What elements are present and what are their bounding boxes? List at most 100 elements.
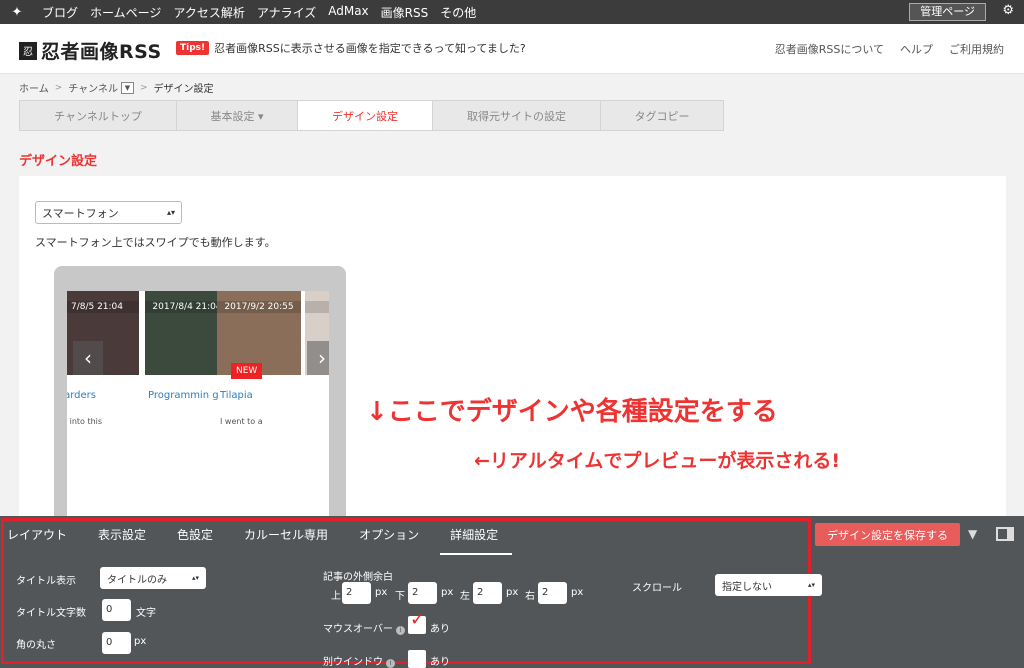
help-link[interactable]: ヘルプ [900, 41, 933, 57]
carousel-card[interactable]: 2017/9/2 20:55 NEW Tilapia I went to a [217, 291, 301, 426]
nav-blog[interactable]: ブログ [42, 4, 78, 21]
tab-source-settings[interactable]: 取得元サイトの設定 [433, 101, 601, 130]
tab-basic-settings[interactable]: 基本設定 ▾ [177, 101, 298, 130]
title-display-value: タイトルのみ [107, 574, 167, 586]
card-title[interactable]: Programmin g [148, 389, 226, 403]
margin-left-input[interactable]: 2 [473, 582, 502, 604]
mouseover-value: あり [430, 624, 450, 635]
channel-tabs: チャンネルトップ 基本設定 ▾ デザイン設定 取得元サイトの設定 タグコピー [19, 100, 724, 131]
scroll-select[interactable]: 指定しない ▴▾ [715, 574, 822, 596]
nav-other[interactable]: その他 [440, 4, 476, 21]
breadcrumb-channel[interactable]: チャンネル [68, 80, 118, 95]
page-title: デザイン設定 [19, 154, 98, 169]
preview-panel: スマートフォン ▴▾ スマートフォン上ではスワイプでも動作します。 7/8/5 … [19, 176, 1006, 531]
panel-layout-icon[interactable] [996, 527, 1014, 541]
breadcrumb-home[interactable]: ホーム [19, 80, 49, 95]
brand-mark-icon: 忍 [19, 41, 37, 60]
settings-panel: レイアウト 表示設定 色設定 カルーセル専用 オプション 詳細設定 デザイン設定… [0, 516, 1024, 668]
nav-admax[interactable]: AdMax [328, 4, 368, 21]
card-excerpt: I went to a [220, 417, 263, 426]
card-title[interactable]: oarders [67, 389, 136, 403]
nav-image-rss[interactable]: 画像RSS [381, 4, 429, 21]
new-badge: NEW [231, 363, 263, 379]
mouseover-checkbox[interactable]: ✓ [408, 609, 426, 634]
tips-badge: Tips! [176, 41, 210, 55]
breadcrumb-separator: > [139, 82, 148, 93]
title-chars-input[interactable]: 0 [102, 599, 131, 621]
title-chars-unit: 文字 [136, 608, 156, 619]
global-nav: ブログ ホームページ アクセス解析 アナライズ AdMax 画像RSS その他 [42, 4, 488, 21]
margin-top-label: 上 [331, 591, 341, 602]
card-date: 7/8/5 21:04 [67, 301, 139, 313]
checkmark-icon: ✓ [410, 609, 426, 630]
annotation-main: ↓ここでデザインや各種設定をする [366, 397, 778, 427]
phone-frame: 7/8/5 21:04 oarders so into this 2017/8/… [54, 266, 346, 531]
about-link[interactable]: 忍者画像RSSについて [775, 41, 884, 57]
newwindow-label-text: 別ウインドウ [323, 657, 383, 668]
ninja-star-icon[interactable]: ✦ [6, 0, 28, 24]
margin-right-input[interactable]: 2 [538, 582, 567, 604]
select-arrows-icon: ▴▾ [191, 574, 199, 582]
chevron-down-icon[interactable]: ▼ [120, 81, 134, 94]
select-arrows-icon: ▴▾ [807, 581, 815, 589]
margin-right-unit: px [571, 587, 584, 598]
header-links: 忍者画像RSSについて ヘルプ ご利用規約 [759, 41, 1004, 57]
tab-tag-copy[interactable]: タグコピー [601, 101, 723, 130]
margin-bottom-unit: px [441, 587, 454, 598]
newwindow-label: 別ウインドウ i [323, 653, 395, 668]
tab-advanced[interactable]: 詳細設定 [440, 526, 513, 555]
card-title[interactable]: Tilapia [220, 389, 298, 403]
tab-layout[interactable]: レイアウト [7, 526, 67, 555]
margin-left-label: 左 [460, 591, 470, 602]
device-select[interactable]: スマートフォン ▴▾ [35, 201, 182, 224]
radius-label: 角の丸さ [16, 640, 56, 651]
title-chars-label: タイトル文字数 [16, 608, 86, 619]
nav-homepage[interactable]: ホームページ [90, 4, 161, 21]
margin-bottom-label: 下 [395, 591, 405, 602]
radius-unit: px [134, 636, 147, 647]
tips-banner[interactable]: Tips! 忍者画像RSSに表示させる画像を指定できるって知ってました? [176, 40, 526, 56]
carousel-preview: 7/8/5 21:04 oarders so into this 2017/8/… [67, 291, 329, 531]
save-design-button[interactable]: デザイン設定を保存する [815, 523, 960, 546]
device-select-value: スマートフォン [42, 206, 119, 220]
margin-top-unit: px [375, 587, 388, 598]
carousel-next-arrow-icon[interactable]: › [307, 341, 329, 375]
carousel-prev-arrow-icon[interactable]: ‹ [73, 341, 103, 375]
breadcrumb: ホーム > チャンネル ▼ > デザイン設定 [19, 80, 214, 95]
mouseover-label: マウスオーバー i [323, 620, 405, 635]
scroll-label: スクロール [632, 583, 682, 594]
margin-left-unit: px [506, 587, 519, 598]
select-arrows-icon: ▴▾ [166, 208, 175, 217]
margin-right-label: 右 [525, 591, 535, 602]
mouseover-label-text: マウスオーバー [323, 624, 393, 635]
brand-logo[interactable]: 忍 忍者画像RSS [19, 37, 162, 64]
tab-channel-top[interactable]: チャンネルトップ [20, 101, 177, 130]
terms-link[interactable]: ご利用規約 [949, 41, 1004, 57]
radius-input[interactable]: 0 [102, 632, 131, 654]
card-date: 2 [305, 301, 329, 313]
nav-analyze[interactable]: アナライズ [257, 4, 316, 21]
info-icon[interactable]: i [395, 626, 405, 635]
title-display-select[interactable]: タイトルのみ ▴▾ [100, 567, 206, 589]
tab-color[interactable]: 色設定 [177, 526, 213, 555]
tab-display[interactable]: 表示設定 [98, 526, 146, 555]
brand-name: 忍者画像RSS [41, 41, 162, 63]
breadcrumb-separator: > [54, 82, 63, 93]
title-display-label: タイトル表示 [16, 576, 76, 587]
gear-icon[interactable]: ⚙ [1002, 3, 1014, 18]
nav-access-analytics[interactable]: アクセス解析 [173, 4, 244, 21]
tab-design-settings[interactable]: デザイン設定 [298, 101, 433, 130]
tab-carousel[interactable]: カルーセル専用 [244, 526, 328, 555]
tips-text[interactable]: 忍者画像RSSに表示させる画像を指定できるって知ってました? [214, 40, 526, 56]
scroll-value: 指定しない [722, 581, 772, 593]
margin-bottom-input[interactable]: 2 [408, 582, 437, 604]
device-note: スマートフォン上ではスワイプでも動作します。 [35, 236, 276, 249]
info-icon[interactable]: i [386, 659, 395, 668]
newwindow-checkbox[interactable] [408, 650, 426, 668]
settings-tabs: レイアウト 表示設定 色設定 カルーセル専用 オプション 詳細設定 [7, 526, 543, 555]
collapse-arrow-icon[interactable]: ▼ [968, 527, 977, 541]
card-date: 2017/9/2 20:55 [217, 301, 301, 313]
admin-page-button[interactable]: 管理ページ [909, 3, 986, 21]
tab-options[interactable]: オプション [359, 526, 419, 555]
margin-top-input[interactable]: 2 [342, 582, 371, 604]
